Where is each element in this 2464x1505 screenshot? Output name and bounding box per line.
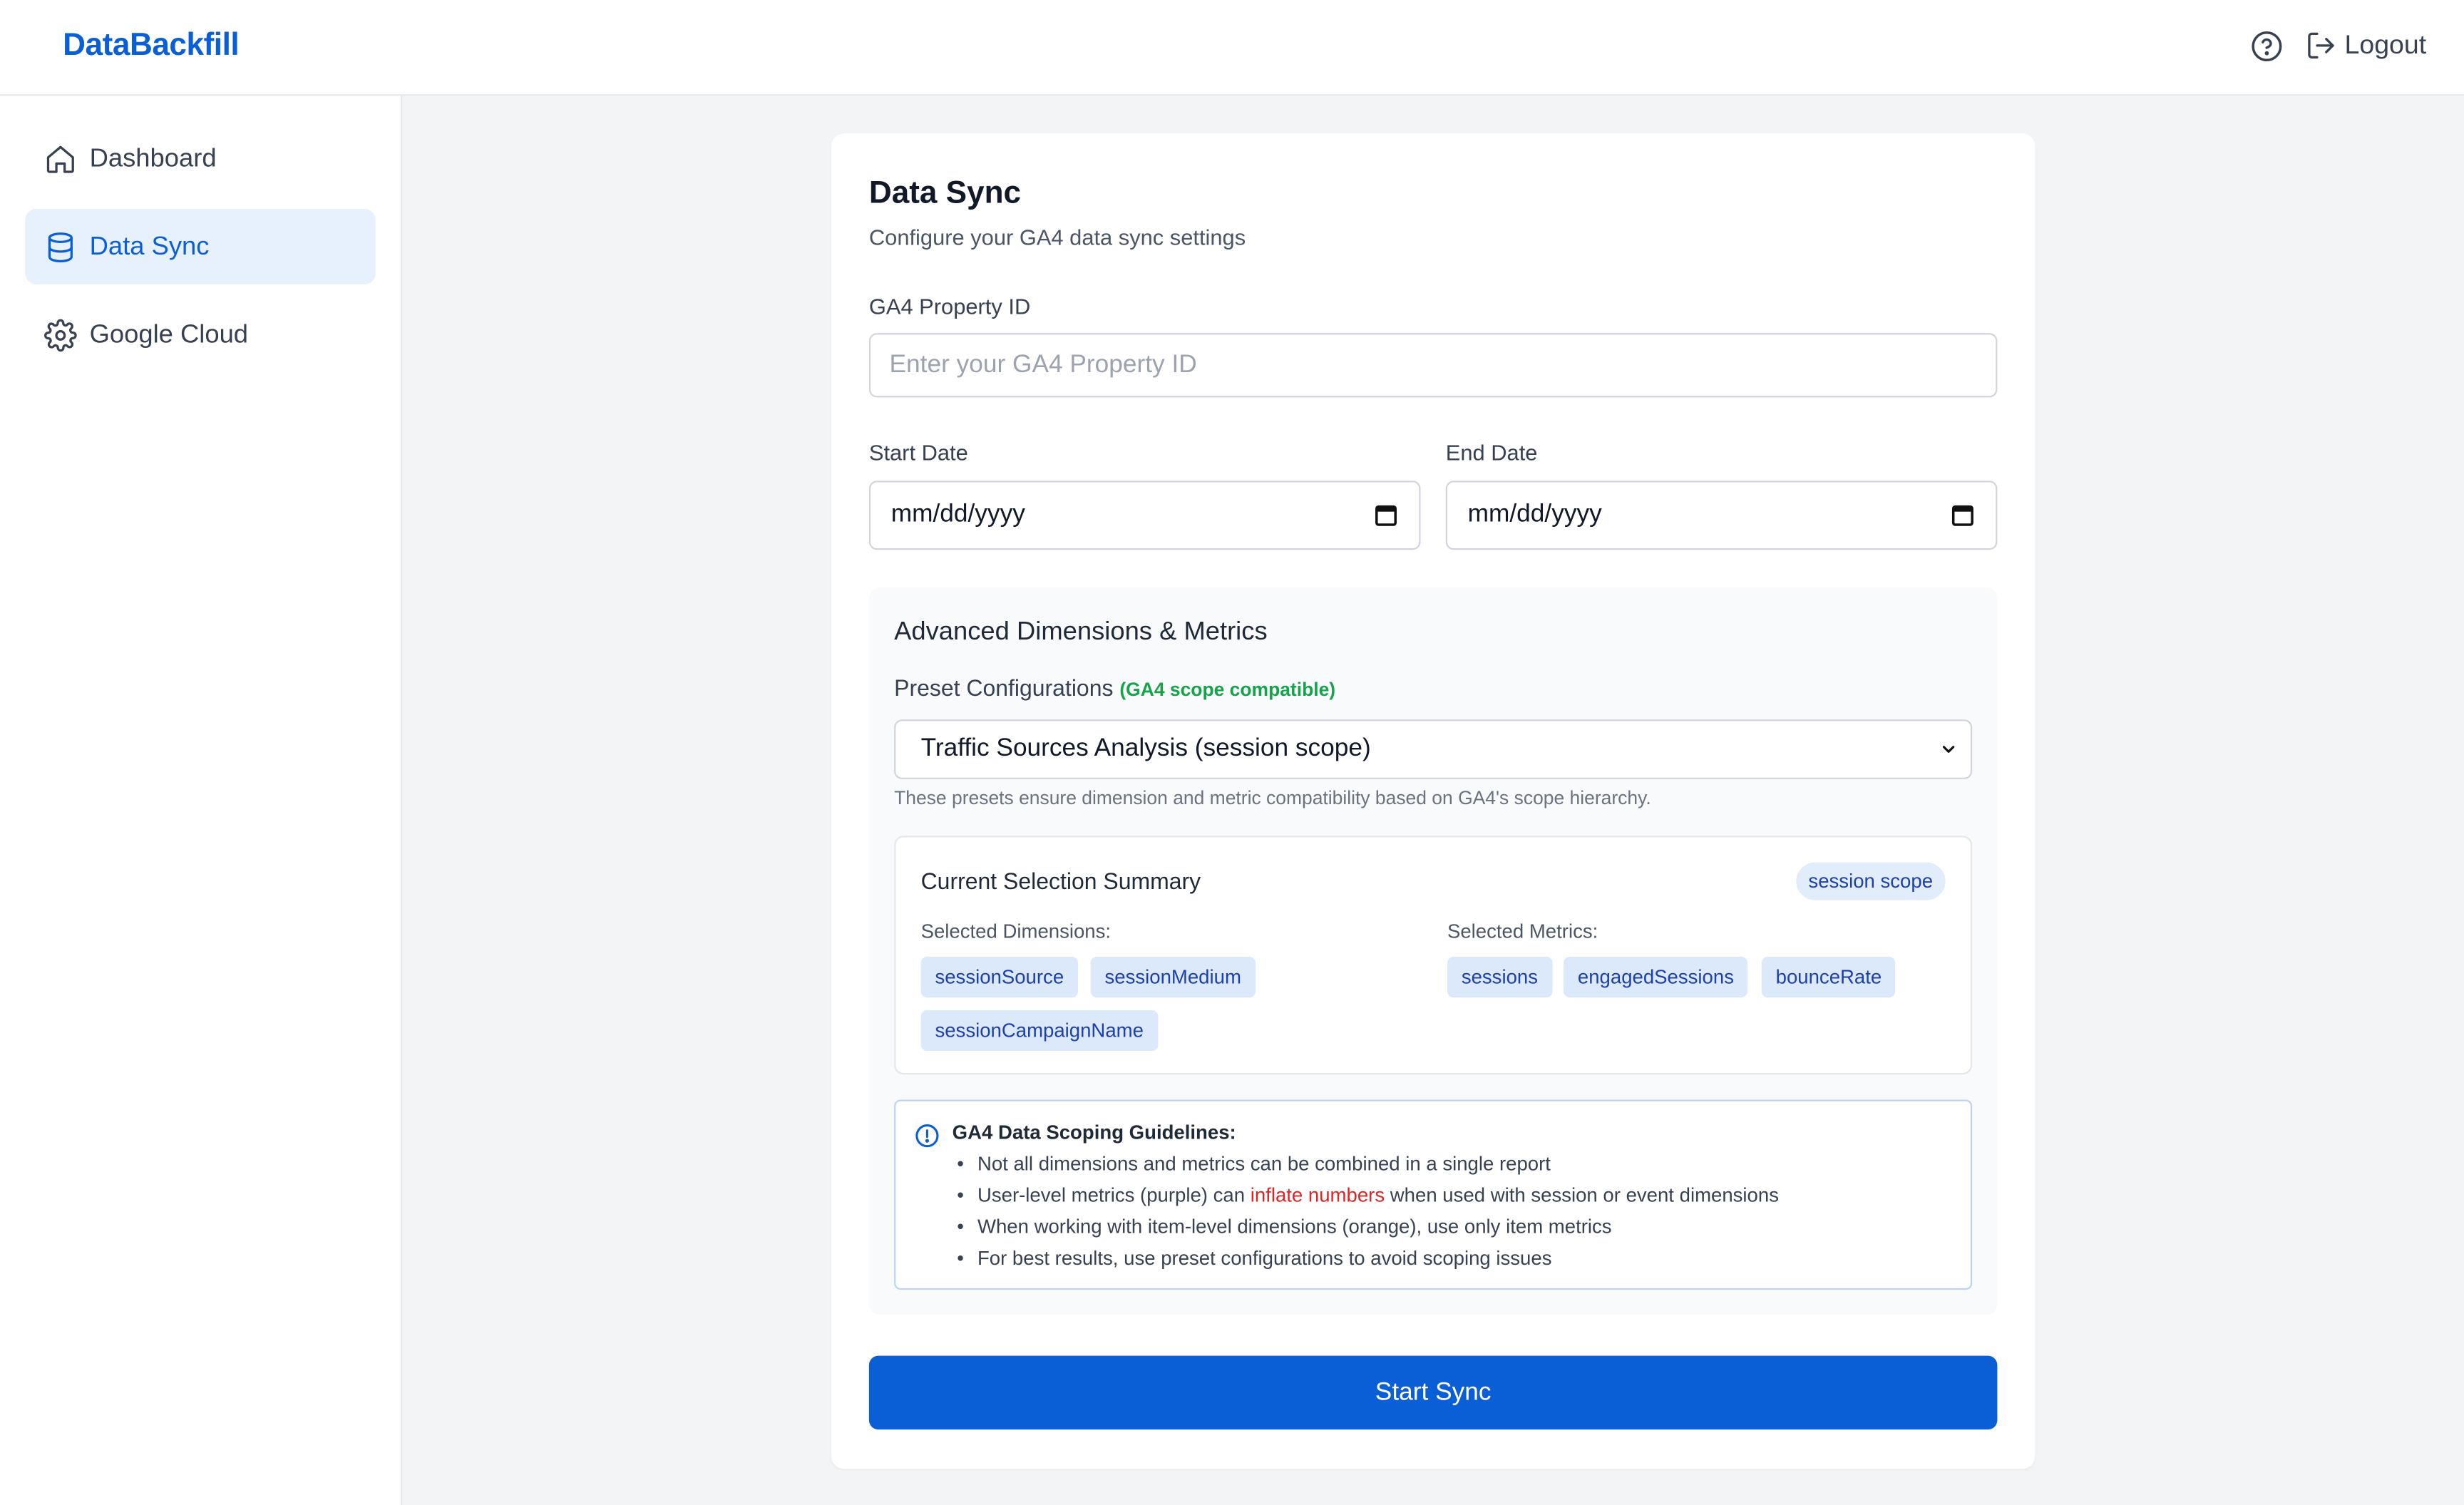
guideline-text: when used with session or event dimensio… bbox=[1385, 1184, 1780, 1207]
sidebar-item-label: Google Cloud bbox=[89, 319, 249, 349]
calendar-icon[interactable] bbox=[1951, 504, 1973, 526]
dimension-chip: sessionMedium bbox=[1090, 956, 1256, 998]
summary-title: Current Selection Summary bbox=[920, 870, 1201, 895]
chevron-down-icon bbox=[1942, 746, 1955, 753]
selection-summary: Current Selection Summary session scope … bbox=[894, 836, 1973, 1075]
scope-compatible-note: (GA4 scope compatible) bbox=[1119, 678, 1336, 701]
sidebar-item-dashboard[interactable]: Dashboard bbox=[25, 121, 376, 197]
home-icon bbox=[46, 145, 74, 173]
advanced-title: Advanced Dimensions & Metrics bbox=[894, 617, 1268, 646]
guideline-item: Not all dimensions and metrics can be co… bbox=[957, 1153, 1779, 1184]
page-subtitle: Configure your GA4 data sync settings bbox=[868, 225, 1246, 250]
database-icon bbox=[48, 232, 73, 262]
preset-selected-value: Traffic Sources Analysis (session scope) bbox=[920, 735, 1371, 762]
scope-badge: session scope bbox=[1795, 862, 1946, 900]
preset-select[interactable]: Traffic Sources Analysis (session scope) bbox=[894, 719, 1973, 779]
end-date-value: mm/dd/yyyy bbox=[1467, 500, 1602, 528]
property-id-label: GA4 Property ID bbox=[868, 294, 1031, 319]
logout-icon bbox=[2308, 32, 2334, 59]
question-circle-icon bbox=[2251, 30, 2281, 61]
sidebar-item-label: Data Sync bbox=[89, 232, 210, 260]
end-date-input[interactable]: mm/dd/yyyy bbox=[1445, 481, 1998, 550]
page-title: Data Sync bbox=[868, 175, 1022, 211]
dimension-chip: sessionSource bbox=[920, 956, 1079, 998]
app-root: DataBackfill Logout Dashboard Data Sync … bbox=[0, 0, 2464, 1505]
sidebar-item-google-cloud[interactable]: Google Cloud bbox=[25, 297, 376, 372]
end-date-label: End Date bbox=[1445, 439, 1538, 466]
logout-label: Logout bbox=[2344, 29, 2427, 60]
dimensions-label: Selected Dimensions: bbox=[920, 920, 1112, 943]
guideline-text: User-level metrics (purple) can bbox=[977, 1184, 1251, 1207]
preset-label: Preset Configurations (GA4 scope compati… bbox=[894, 677, 1335, 702]
start-date-value: mm/dd/yyyy bbox=[890, 500, 1025, 528]
metrics-label: Selected Metrics: bbox=[1447, 920, 1598, 943]
top-bar-actions: Logout bbox=[2249, 29, 2426, 63]
top-bar: DataBackfill Logout bbox=[0, 0, 2464, 96]
guideline-item: For best results, use preset configurati… bbox=[957, 1248, 1779, 1279]
brand-logo[interactable]: DataBackfill bbox=[63, 29, 240, 65]
metric-chip: engagedSessions bbox=[1564, 956, 1748, 998]
gear-icon bbox=[44, 318, 77, 351]
sidebar-item-label: Dashboard bbox=[89, 143, 217, 173]
start-date-input[interactable]: mm/dd/yyyy bbox=[868, 481, 1421, 550]
property-id-input[interactable] bbox=[868, 333, 1998, 398]
sidebar-item-data-sync[interactable]: Data Sync bbox=[25, 209, 376, 284]
guidelines-list: Not all dimensions and metrics can be co… bbox=[957, 1153, 1780, 1279]
dimension-chip: sessionCampaignName bbox=[920, 1010, 1158, 1052]
guideline-item: When working with item-level dimensions … bbox=[957, 1216, 1779, 1248]
preset-hint: These presets ensure dimension and metri… bbox=[894, 786, 1651, 809]
data-sync-card: Data Sync Configure your GA4 data sync s… bbox=[831, 133, 2036, 1469]
start-date-label: Start Date bbox=[868, 439, 968, 466]
preset-label-text: Preset Configurations bbox=[894, 677, 1114, 702]
start-sync-button[interactable]: Start Sync bbox=[868, 1355, 1998, 1430]
sidebar: Dashboard Data Sync Google Cloud bbox=[0, 96, 403, 1505]
scoping-guidelines: GA4 Data Scoping Guidelines: Not all dim… bbox=[894, 1099, 1973, 1290]
info-icon bbox=[915, 1124, 939, 1148]
metric-chip: sessions bbox=[1447, 956, 1552, 998]
guideline-item: User-level metrics (purple) can inflate … bbox=[957, 1184, 1780, 1216]
logout-button[interactable]: Logout bbox=[2305, 30, 2426, 61]
metric-chip: bounceRate bbox=[1761, 956, 1896, 998]
advanced-section: Advanced Dimensions & Metrics Preset Con… bbox=[868, 587, 1998, 1315]
calendar-icon[interactable] bbox=[1375, 504, 1397, 526]
guideline-highlight: inflate numbers bbox=[1250, 1184, 1385, 1207]
help-button[interactable] bbox=[2249, 29, 2283, 63]
guidelines-title: GA4 Data Scoping Guidelines: bbox=[952, 1121, 1236, 1144]
